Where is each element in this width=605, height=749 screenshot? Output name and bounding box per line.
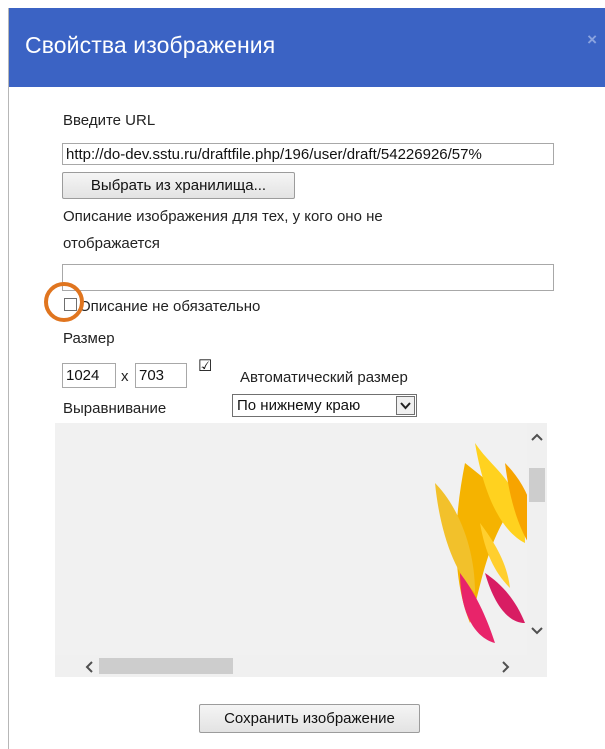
chevron-down-icon[interactable] [396, 396, 415, 415]
horizontal-scrollbar[interactable] [55, 655, 547, 677]
image-preview [55, 423, 547, 677]
align-select[interactable]: По нижнему краю [232, 394, 417, 417]
alt-optional-label[interactable]: Описание не обязательно [79, 298, 260, 315]
alt-text-input[interactable] [62, 264, 554, 291]
align-select-value: По нижнему краю [237, 397, 361, 414]
alt-text-label-line2: отображается [63, 235, 160, 252]
url-label: Введите URL [63, 112, 156, 129]
height-input[interactable] [135, 363, 187, 388]
scroll-up-icon[interactable] [531, 429, 543, 445]
auto-size-label[interactable]: Автоматический размер [240, 369, 408, 386]
url-input[interactable] [62, 143, 554, 165]
vertical-scroll-thumb[interactable] [529, 468, 545, 502]
size-label: Размер [63, 330, 115, 347]
dialog-title: Свойства изображения [25, 32, 276, 58]
browse-repository-button[interactable]: Выбрать из хранилища... [62, 172, 295, 199]
alt-text-label: Описание изображения для тех, у кого оно… [63, 208, 383, 225]
scroll-right-icon[interactable] [501, 660, 511, 676]
flower-image [435, 443, 536, 643]
alt-optional-checkbox[interactable] [64, 298, 77, 311]
close-icon[interactable]: × [587, 30, 597, 50]
scroll-left-icon[interactable] [84, 660, 94, 676]
dialog-titlebar[interactable]: Свойства изображения × [9, 8, 605, 87]
horizontal-scroll-thumb[interactable] [99, 658, 233, 674]
size-separator: x [121, 368, 129, 385]
align-label: Выравнивание [63, 400, 167, 417]
vertical-scrollbar[interactable] [527, 423, 547, 655]
scroll-down-icon[interactable] [531, 623, 543, 639]
width-input[interactable] [62, 363, 116, 388]
save-image-button[interactable]: Сохранить изображение [199, 704, 420, 733]
auto-size-checkbox[interactable]: ☑ [198, 359, 212, 375]
